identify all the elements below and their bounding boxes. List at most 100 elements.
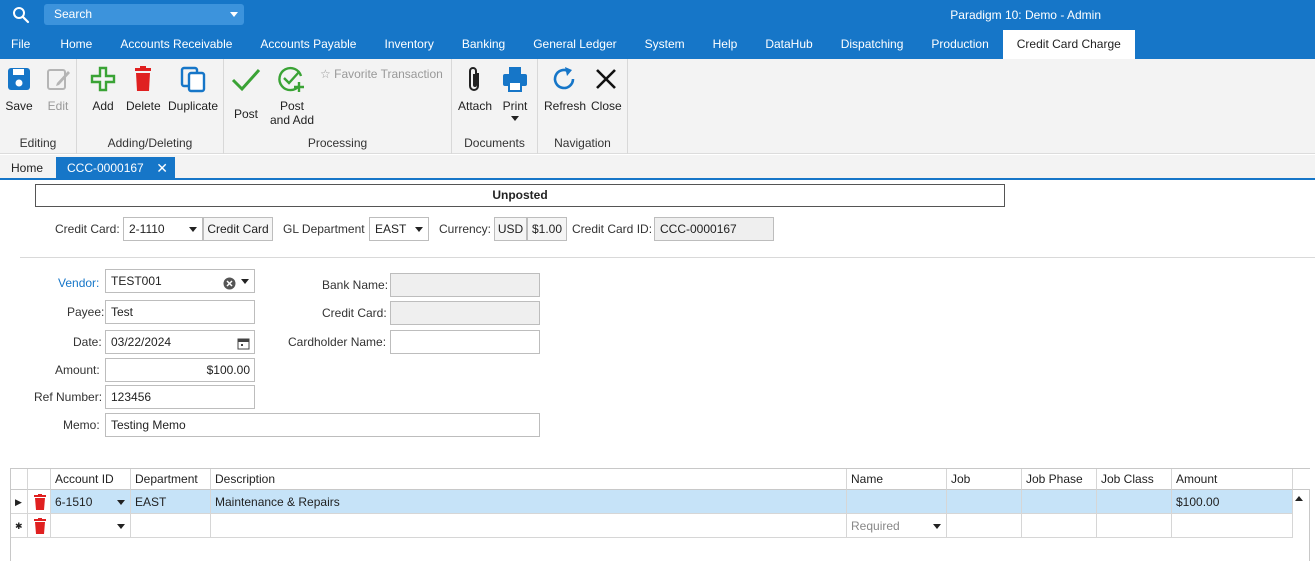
new-cell-account-id[interactable] (51, 514, 131, 538)
menu-accounts-receivable[interactable]: Accounts Receivable (106, 30, 246, 59)
new-cell-description[interactable] (211, 514, 847, 538)
chevron-down-icon[interactable] (230, 12, 238, 17)
amount-input[interactable]: $100.00 (105, 358, 255, 382)
cell-amount[interactable]: $100.00 (1172, 490, 1293, 514)
column-header-job-phase[interactable]: Job Phase (1022, 469, 1097, 490)
menu-inventory[interactable]: Inventory (370, 30, 447, 59)
chevron-down-icon[interactable] (117, 524, 125, 529)
trash-icon[interactable] (34, 518, 46, 534)
vendor-value: TEST001 (111, 274, 162, 288)
chevron-down-icon[interactable] (117, 500, 125, 505)
cell-job-class[interactable] (1097, 490, 1172, 514)
edit-button[interactable]: Edit (44, 65, 72, 113)
column-header-job-class[interactable]: Job Class (1097, 469, 1172, 490)
refresh-button[interactable]: Refresh (544, 65, 586, 113)
new-cell-job-phase[interactable] (1022, 514, 1097, 538)
new-cell-department[interactable] (131, 514, 211, 538)
cell-description[interactable]: Maintenance & Repairs (211, 490, 847, 514)
cardholder-name-input[interactable] (390, 330, 540, 354)
status-banner: Unposted (35, 184, 1005, 207)
post-and-add-label: Post and Add (268, 99, 316, 127)
menu-file[interactable]: File (0, 30, 46, 59)
vendor-label-link[interactable]: Vendor: (58, 276, 99, 290)
trash-icon[interactable] (34, 494, 46, 510)
column-header-account-id[interactable]: Account ID (51, 469, 131, 490)
column-header-description[interactable]: Description (211, 469, 847, 490)
tab-label: CCC-0000167 (67, 161, 144, 175)
new-cell-amount[interactable] (1172, 514, 1293, 538)
menu-help[interactable]: Help (699, 30, 752, 59)
post-and-add-line2: and Add (269, 113, 315, 127)
new-cell-job[interactable] (947, 514, 1022, 538)
cell-job-phase[interactable] (1022, 490, 1097, 514)
scroll-up-icon[interactable] (1295, 496, 1303, 501)
search-input[interactable]: Search (44, 4, 244, 25)
amount-label: Amount: (55, 363, 100, 377)
gl-department-select[interactable]: EAST (369, 217, 429, 241)
cell-job[interactable] (947, 490, 1022, 514)
print-button[interactable]: Print (500, 65, 530, 121)
menu-home[interactable]: Home (46, 30, 106, 59)
column-header-job[interactable]: Job (947, 469, 1022, 490)
post-and-add-button[interactable]: Post and Add (268, 65, 316, 127)
chevron-down-icon[interactable] (415, 227, 423, 232)
new-cell-job-class[interactable] (1097, 514, 1172, 538)
chevron-down-icon[interactable] (511, 116, 519, 121)
menu-general-ledger[interactable]: General Ledger (519, 30, 630, 59)
bank-name-label: Bank Name: (322, 278, 389, 292)
row-delete-cell[interactable] (28, 490, 51, 514)
clear-icon[interactable] (223, 275, 236, 292)
add-button[interactable]: Add (89, 65, 117, 113)
menu-banking[interactable]: Banking (448, 30, 519, 59)
new-cell-name[interactable]: Required (847, 514, 947, 538)
favorite-transaction-button[interactable]: ☆ Favorite Transaction (320, 67, 443, 81)
ribbon-group-label: Adding/Deleting (107, 136, 193, 150)
close-tab-icon[interactable]: ✕ (156, 157, 168, 180)
row-indicator: ▶ (11, 490, 28, 514)
menu-production[interactable]: Production (917, 30, 1002, 59)
menu-datahub[interactable]: DataHub (751, 30, 826, 59)
edit-label: Edit (47, 99, 69, 113)
date-label: Date: (73, 335, 102, 349)
menu-credit-card-charge[interactable]: Credit Card Charge (1002, 30, 1135, 59)
column-header-department[interactable]: Department (131, 469, 211, 490)
calendar-icon[interactable] (237, 335, 250, 353)
gl-department-value: EAST (375, 222, 407, 236)
attach-button[interactable]: Attach (458, 65, 492, 113)
title-bar: Search Paradigm 10: Demo - Admin (0, 0, 1315, 30)
delete-button[interactable]: Delete (126, 65, 161, 113)
close-label: Close (591, 99, 622, 113)
chevron-down-icon[interactable] (189, 227, 197, 232)
document-tabs: Home CCC-0000167 ✕ (0, 155, 1315, 180)
save-button[interactable]: Save (5, 65, 33, 113)
credit-card-select[interactable]: 2-1110 (123, 217, 203, 241)
attach-label: Attach (458, 99, 493, 113)
duplicate-button[interactable]: Duplicate (167, 65, 219, 113)
chevron-down-icon[interactable] (241, 279, 249, 284)
chevron-down-icon[interactable] (933, 524, 941, 529)
post-label: Post (233, 107, 258, 121)
cell-name[interactable] (847, 490, 947, 514)
cell-account-id[interactable]: 6-1510 (51, 490, 131, 514)
star-icon: ☆ (320, 67, 331, 81)
row-delete-cell[interactable] (28, 514, 51, 538)
name-required-placeholder: Required (851, 519, 900, 533)
menu-dispatching[interactable]: Dispatching (827, 30, 918, 59)
tab-home[interactable]: Home (0, 157, 54, 180)
vendor-select[interactable]: TEST001 (105, 269, 255, 293)
column-header-amount[interactable]: Amount (1172, 469, 1293, 490)
date-input[interactable]: 03/22/2024 (105, 330, 255, 354)
post-button[interactable]: Post (231, 65, 261, 121)
payee-input[interactable]: Test (105, 300, 255, 324)
memo-input[interactable]: Testing Memo (105, 413, 540, 437)
menu-accounts-payable[interactable]: Accounts Payable (246, 30, 370, 59)
close-button[interactable]: Close (591, 65, 622, 113)
column-header-name[interactable]: Name (847, 469, 947, 490)
cell-department[interactable]: EAST (131, 490, 211, 514)
ribbon-group-label: Navigation (554, 136, 611, 150)
row-pointer-icon: ▶ (15, 497, 22, 507)
ref-number-input[interactable]: 123456 (105, 385, 255, 409)
menu-system[interactable]: System (631, 30, 699, 59)
tab-ccc-0000167[interactable]: CCC-0000167 ✕ (56, 157, 175, 180)
search-icon[interactable] (12, 6, 30, 24)
